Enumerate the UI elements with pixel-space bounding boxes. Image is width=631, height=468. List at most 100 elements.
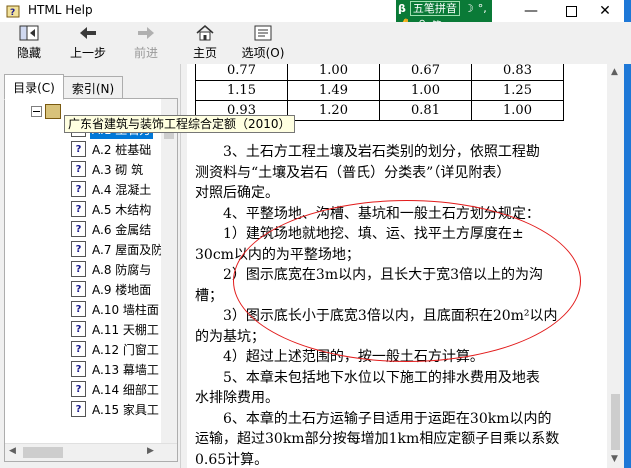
punctuation-icon[interactable]: °, (478, 2, 487, 15)
maximize-icon (565, 5, 577, 17)
ime-mode-label[interactable]: 五笔拼音 (409, 1, 460, 16)
svg-text:?: ? (10, 8, 15, 18)
help-topic-icon: ? (71, 321, 86, 337)
desktop-edge (624, 0, 631, 468)
factor-table: 0.77 1.00 0.67 0.83 1.15 1.49 1.00 1.25 0.93 1.20… (195, 64, 564, 121)
close-icon: ✕ (599, 3, 611, 19)
topic-text: 3、土石方工程土壤及岩石类别的划分，依照工程勘 测资料与“土壤及岩石（普氏）分类表… (195, 142, 599, 468)
options-button[interactable]: 选项(O) (239, 24, 287, 64)
maximize-button[interactable] (551, 0, 591, 22)
table-cell: 1.25 (471, 80, 564, 101)
text-line: 的为基坑； (195, 328, 265, 345)
tree-vertical-scrollbar[interactable] (161, 99, 177, 443)
tree-item-label: A.14 细部工 (92, 382, 159, 397)
text-line: 2）图示底宽在3m以内，且长大于宽3倍以上的为沟 (195, 267, 543, 283)
back-arrow-icon (80, 27, 96, 39)
scroll-down-icon[interactable]: ▼ (611, 454, 618, 464)
table-cell: 1.20 (287, 100, 380, 121)
open-book-icon (45, 104, 61, 119)
text-line: 5、本章未包括地下水位以下施工的排水费用及地表 (195, 369, 540, 386)
help-topic-icon: ? (71, 221, 86, 237)
help-topic-icon: ? (71, 361, 86, 377)
moon-icon[interactable]: ☽ (464, 2, 474, 15)
tree-item-label: A.13 幕墙工 (92, 362, 159, 377)
table-cell: 0.77 (195, 64, 288, 81)
text-line: 水排除费用。 (195, 390, 279, 406)
tab-contents[interactable]: 目录(C) (4, 74, 64, 100)
help-topic-icon: ? (71, 281, 86, 297)
tree-item-label: A.11 天棚工 (92, 322, 159, 337)
table-cell: 0.81 (379, 100, 472, 121)
help-topic-icon: ? (71, 161, 86, 177)
minimize-button[interactable]: — (511, 0, 551, 22)
help-topic-icon: ? (71, 401, 86, 417)
text-line: 6、本章的土石方运输子目适用于运距在30km以内的 (195, 410, 552, 427)
tree-item-label: A.6 金属结 (92, 222, 152, 237)
text-line: 30cm以内的为平整场地； (195, 246, 360, 263)
toolbar: 隐藏 上一步 前进 主页 选项(O) (0, 22, 631, 64)
tree-item-label: A.9 楼地面 (92, 282, 152, 297)
close-button[interactable]: ✕ (586, 0, 624, 22)
text-line: 3）图示底长小于底宽3倍以内，且底面积在20m²以内 (195, 308, 558, 324)
help-topic-icon: ? (71, 201, 86, 217)
collapse-icon[interactable] (31, 106, 42, 117)
tree-item-label: A.12 门窗工 (92, 342, 159, 357)
table-cell: 1.00 (287, 64, 380, 81)
text-line: 1）建筑场地就地挖、填、运、找平土方厚度在± (195, 226, 524, 242)
forward-button[interactable]: 前进 (128, 24, 164, 64)
window-title: HTML Help (28, 3, 93, 17)
tree-item-label: A.5 木结构 (92, 202, 152, 217)
tree-item-label: A.8 防腐与 (92, 262, 152, 277)
help-topic-icon: ? (71, 141, 86, 157)
tree-item-label: A.10 墙柱面 (92, 302, 159, 317)
tab-index[interactable]: 索引(N) (63, 76, 123, 100)
help-topic-icon: ? (71, 241, 86, 257)
text-line: 4、平整场地、沟槽、基坑和一般土石方划分规定： (195, 205, 540, 222)
scroll-left-icon[interactable]: ◀ (9, 446, 16, 456)
minimize-icon: — (524, 3, 538, 19)
contents-tree[interactable]: ?A.1 土石方?A.2 桩基础?A.3 砌 筑?A.4 混凝土?A.5 木结构… (4, 98, 178, 462)
home-icon (196, 25, 214, 41)
text-line: 槽； (195, 287, 223, 304)
text-line: 4）超过上述范围的，按一般土石方计算。 (195, 349, 484, 365)
options-icon (254, 25, 272, 41)
help-topic-icon: ? (71, 341, 86, 357)
tree-item-label: A.4 混凝土 (92, 182, 152, 197)
table-row: 0.77 1.00 0.67 0.83 (195, 64, 564, 81)
table-cell: 0.67 (379, 64, 472, 81)
text-line: 测资料与“土壤及岩石（普氏）分类表”（详见附表） (195, 164, 511, 181)
text-line: 3、土石方工程土壤及岩石类别的划分，依照工程勘 (195, 144, 540, 160)
help-topic-icon: ? (71, 381, 86, 397)
table-cell: 0.83 (471, 64, 564, 81)
scroll-right-icon[interactable]: ▶ (147, 446, 154, 456)
table-cell: 1.00 (379, 80, 472, 101)
scroll-thumb[interactable] (23, 447, 63, 458)
help-topic-icon: ? (71, 301, 86, 317)
text-line: 运输，超过30km部分按每增加1km相应定额子目乘以系数 (195, 431, 560, 447)
scroll-thumb[interactable] (611, 394, 620, 450)
hide-button[interactable]: 隐藏 (12, 24, 46, 64)
content-vertical-scrollbar[interactable]: ▲ ▼ (607, 64, 624, 468)
tree-root-tooltip: 广东省建筑与装饰工程综合定额（2010） (64, 115, 295, 133)
tree-horizontal-scrollbar[interactable]: ◀ ▶ (5, 443, 177, 461)
forward-arrow-icon (138, 27, 154, 39)
help-topic-icon: ? (71, 181, 86, 197)
tree-item-label: A.2 桩基础 (92, 142, 152, 157)
tree-root-node[interactable] (31, 103, 65, 120)
text-line: 对照后确定。 (195, 185, 279, 201)
title-bar: ? HTML Help — ✕ (0, 0, 631, 22)
help-topic-icon: ? (71, 261, 86, 277)
text-line: 0.65计算。 (195, 451, 269, 468)
ime-logo-icon: β (398, 2, 406, 15)
table-row: 1.15 1.49 1.00 1.25 (195, 80, 564, 101)
table-cell: 1.15 (195, 80, 288, 101)
help-app-icon: ? (6, 5, 20, 18)
scroll-up-icon[interactable]: ▲ (611, 67, 618, 77)
tree-item-label: A.15 家具工 (92, 402, 159, 417)
tree-item-label: A.7 屋面及防 (92, 242, 164, 257)
table-cell: 1.49 (287, 80, 380, 101)
table-cell: 1.00 (471, 100, 564, 121)
back-button[interactable]: 上一步 (66, 24, 110, 64)
tree-item-label: A.3 砌 筑 (92, 162, 144, 177)
home-button[interactable]: 主页 (189, 24, 221, 64)
